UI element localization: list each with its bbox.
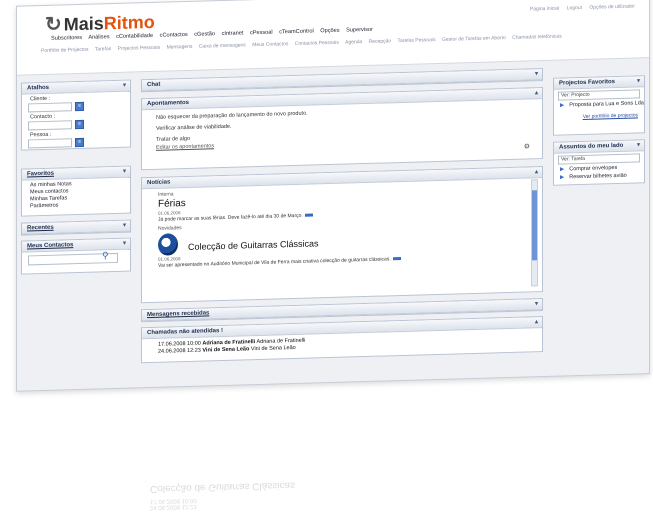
nav-item-cteamcontrol[interactable]: cTeamControl (279, 28, 314, 35)
panel-atalhos: Atalhos ▾ Cliente : ≡ Contacto : ≡ Pessoa… (21, 79, 131, 151)
quick-link[interactable]: Contactos Pessoais (295, 40, 339, 47)
app-window: ↻ MaisRitmo Subscritores Análises cContab… (16, 0, 650, 392)
nav-item-cintranet[interactable]: cIntranet (222, 30, 244, 37)
lookup-button[interactable]: ≡ (75, 101, 84, 112)
task-item[interactable]: ▶ Comprar envelopes (554, 164, 644, 173)
panel-meus-contactos: Meus Contactos ▾ ⚲ (21, 237, 131, 275)
quick-link[interactable]: Gestor de Tarefas em Aberto (442, 35, 506, 43)
nav-item-ccontabilidade[interactable]: cContabilidade (116, 33, 153, 40)
news-title[interactable]: Colecção de Guitarras Clássicas (188, 238, 319, 252)
nav-item-subscritores[interactable]: Subscritores (51, 35, 82, 42)
play-icon: ▶ (560, 174, 565, 181)
panel-title: Atalhos ▾ (22, 80, 130, 95)
news-scrollbar[interactable] (531, 179, 538, 287)
contacto-field: ≡ (28, 119, 130, 131)
portfolio-link[interactable]: Ver portfólio de projectos (554, 112, 644, 121)
collapse-icon[interactable]: ▾ (123, 167, 126, 177)
perspective-stage: ↻ MaisRitmo Subscritores Análises cContab… (8, 0, 653, 392)
quick-link[interactable]: Portfólio de Projectos (41, 47, 89, 54)
read-more-icon[interactable] (392, 257, 401, 261)
reflection: 24.06.2008 12:23 17.06.2008 10:00 Colecç… (150, 479, 296, 511)
nav-item-supervisor[interactable]: Supervisor (346, 27, 373, 34)
panel-chamadas: Chamadas não atendidas ! ▴ 17.06.2008 10:… (141, 316, 543, 364)
read-more-icon[interactable] (304, 213, 313, 217)
lookup-button[interactable]: ≡ (75, 119, 84, 130)
top-links: Página inicial Logout Opções de utilizad… (524, 3, 635, 12)
play-icon: ▶ (560, 102, 565, 109)
panel-title: Projectos Favoritos ▾ (554, 76, 644, 90)
tarefa-select[interactable]: Ver: Tarefa (558, 153, 640, 165)
projecto-select[interactable]: Ver: Projecto (558, 89, 640, 101)
cliente-input[interactable] (28, 102, 72, 113)
guitar-image (158, 233, 178, 256)
list-item[interactable]: Parâmetros (30, 201, 122, 211)
news-list: Interna Férias 01.06.2008 Já pode marcar… (142, 181, 542, 269)
nav-item-opcoes[interactable]: Opções (320, 28, 339, 35)
task-item[interactable]: ▶ Reservar bilhetes avião (554, 172, 644, 181)
panel-projectos-favoritos: Projectos Favoritos ▾ Ver: Projecto ▶ Prop… (553, 75, 645, 136)
collapse-icon[interactable]: ▾ (123, 239, 126, 249)
collapse-icon[interactable]: ▾ (637, 76, 640, 86)
pessoa-field: ≡ (28, 137, 130, 149)
quick-link[interactable]: Agenda (345, 39, 362, 45)
panel-title: Assuntos do meu lado ▾ (554, 140, 644, 154)
pessoa-input[interactable] (28, 138, 72, 149)
panel-assuntos: Assuntos do meu lado ▾ Ver: Tarefa ▶ Compr… (553, 139, 645, 186)
expand-icon[interactable]: ▾ (123, 221, 126, 231)
quick-link[interactable]: Tarefas Pessoais (398, 37, 436, 44)
collapse-icon[interactable]: ▾ (123, 81, 126, 91)
panel-apontamentos: Apontamentos ▴ Não esquecer da preparação… (141, 87, 543, 171)
quick-link[interactable]: Chamadas telefónicas (512, 34, 561, 41)
collapse-icon[interactable]: ▴ (535, 88, 538, 98)
lookup-button[interactable]: ≡ (75, 137, 84, 148)
play-icon: ▶ (560, 166, 565, 173)
scrollbar-thumb[interactable] (532, 190, 537, 261)
panel-favoritos: Favoritos ▾ As minhas Notas Meus contacto… (21, 165, 131, 217)
quick-link[interactable]: Projectos Pessoais (118, 45, 161, 52)
panel-title: Meus Contactos ▾ (22, 238, 130, 253)
collapse-icon[interactable]: ▴ (535, 167, 538, 177)
panel-noticias: Notícias ▴ Interna Férias 01.06.2008 Já p… (141, 166, 543, 304)
apontamentos-list: Não esquecer da preparação do lançamento… (142, 104, 542, 151)
quick-link[interactable]: Caixa de mensagens (199, 42, 246, 49)
expand-icon[interactable]: ▾ (535, 69, 538, 79)
collapse-icon[interactable]: ▴ (535, 317, 538, 327)
quick-link[interactable]: Recepção (369, 38, 392, 45)
nav-item-cpessoal[interactable]: cPessoal (250, 30, 273, 37)
nav-item-analises[interactable]: Análises (88, 34, 109, 41)
logo-icon: ↻ (45, 13, 62, 36)
collapse-icon[interactable]: ▾ (637, 140, 640, 150)
panel-recentes: Recentes ▾ (21, 219, 131, 236)
search-icon[interactable]: ⚲ (102, 250, 109, 261)
favoritos-list: As minhas Notas Meus contactos Minhas Ta… (22, 178, 130, 213)
gear-icon[interactable]: ⚙ (524, 142, 530, 150)
nav-item-cgestao[interactable]: cGestão (194, 31, 215, 38)
panel-title[interactable]: Recentes ▾ (22, 220, 130, 235)
user-options-link[interactable]: Opções de utilizador (589, 3, 635, 10)
cliente-field: ≡ (28, 101, 130, 113)
project-item[interactable]: ▶ Proposta para Lua e Sons Lda (554, 100, 644, 109)
header: ↻ MaisRitmo Subscritores Análises cContab… (17, 0, 649, 76)
quick-link[interactable]: Tarefas (95, 46, 111, 52)
home-link[interactable]: Página inicial (530, 6, 559, 13)
quick-link[interactable]: Mensagens (167, 44, 193, 51)
quick-link[interactable]: Meus Contactos (252, 41, 288, 48)
logout-link[interactable]: Logout (567, 5, 582, 11)
expand-icon[interactable]: ▾ (535, 299, 538, 309)
nav-item-ccontactos[interactable]: cContactos (160, 32, 188, 39)
contacto-input[interactable] (28, 120, 72, 131)
